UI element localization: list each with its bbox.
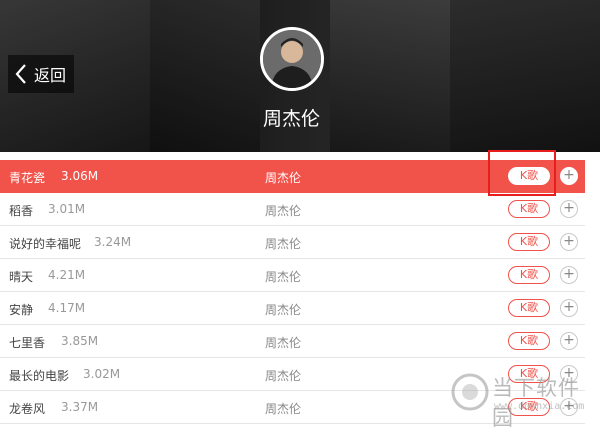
- song-size: 3.85M: [61, 334, 99, 348]
- song-artist: 周杰伦: [265, 204, 302, 218]
- song-row[interactable]: 安静 4.17M 周杰伦 K歌 +: [0, 292, 585, 325]
- song-title: 晴天: [9, 270, 34, 284]
- song-size: 3.01M: [48, 202, 86, 216]
- karaoke-button[interactable]: K歌: [508, 266, 550, 284]
- song-title: 稻香: [9, 204, 34, 218]
- song-title: 说好的幸福呢: [9, 237, 82, 251]
- karaoke-button[interactable]: K歌: [508, 299, 550, 317]
- watermark-logo-icon: [451, 373, 489, 411]
- song-size: 4.21M: [48, 268, 86, 282]
- watermark-url: www.downxia.com: [494, 401, 585, 412]
- song-artist: 周杰伦: [265, 303, 302, 317]
- artist-avatar: [260, 27, 324, 91]
- song-title: 最长的电影: [9, 369, 70, 383]
- song-title: 龙卷风: [9, 402, 46, 416]
- song-row[interactable]: 晴天 4.21M 周杰伦 K歌 +: [0, 259, 585, 292]
- back-label: 返回: [34, 66, 67, 85]
- song-size: 3.02M: [83, 367, 121, 381]
- back-button[interactable]: 返回: [8, 55, 74, 93]
- song-artist: 周杰伦: [265, 336, 302, 350]
- song-title: 安静: [9, 303, 34, 317]
- song-title: 青花瓷: [9, 171, 46, 185]
- song-artist: 周杰伦: [265, 402, 302, 416]
- plus-icon[interactable]: +: [560, 266, 578, 284]
- song-size: 3.37M: [61, 400, 99, 414]
- song-row[interactable]: 青花瓷 3.06M 周杰伦 K歌 +: [0, 160, 585, 193]
- song-size: 4.17M: [48, 301, 86, 315]
- artist-name: 周杰伦: [262, 108, 320, 130]
- song-size: 3.24M: [94, 235, 132, 249]
- song-row[interactable]: 稻香 3.01M 周杰伦 K歌 +: [0, 193, 585, 226]
- chevron-left-icon: [15, 64, 26, 84]
- plus-icon[interactable]: +: [560, 200, 578, 218]
- song-row[interactable]: 七里香 3.85M 周杰伦 K歌 +: [0, 325, 585, 358]
- song-artist: 周杰伦: [265, 171, 302, 185]
- artist-banner: 返回 周杰伦: [0, 0, 600, 152]
- karaoke-button[interactable]: K歌: [508, 233, 550, 251]
- karaoke-button[interactable]: K歌: [508, 167, 550, 185]
- plus-icon[interactable]: +: [560, 167, 578, 185]
- song-artist: 周杰伦: [265, 270, 302, 284]
- karaoke-button[interactable]: K歌: [508, 200, 550, 218]
- song-size: 3.06M: [61, 169, 99, 183]
- plus-icon[interactable]: +: [560, 233, 578, 251]
- song-artist: 周杰伦: [265, 237, 302, 251]
- song-artist: 周杰伦: [265, 369, 302, 383]
- song-row[interactable]: 说好的幸福呢 3.24M 周杰伦 K歌 +: [0, 226, 585, 259]
- avatar-image: [263, 30, 321, 88]
- karaoke-button[interactable]: K歌: [508, 332, 550, 350]
- watermark: 当下软件园 www.downxia.com: [450, 368, 600, 430]
- song-title: 七里香: [9, 336, 46, 350]
- plus-icon[interactable]: +: [560, 299, 578, 317]
- plus-icon[interactable]: +: [560, 332, 578, 350]
